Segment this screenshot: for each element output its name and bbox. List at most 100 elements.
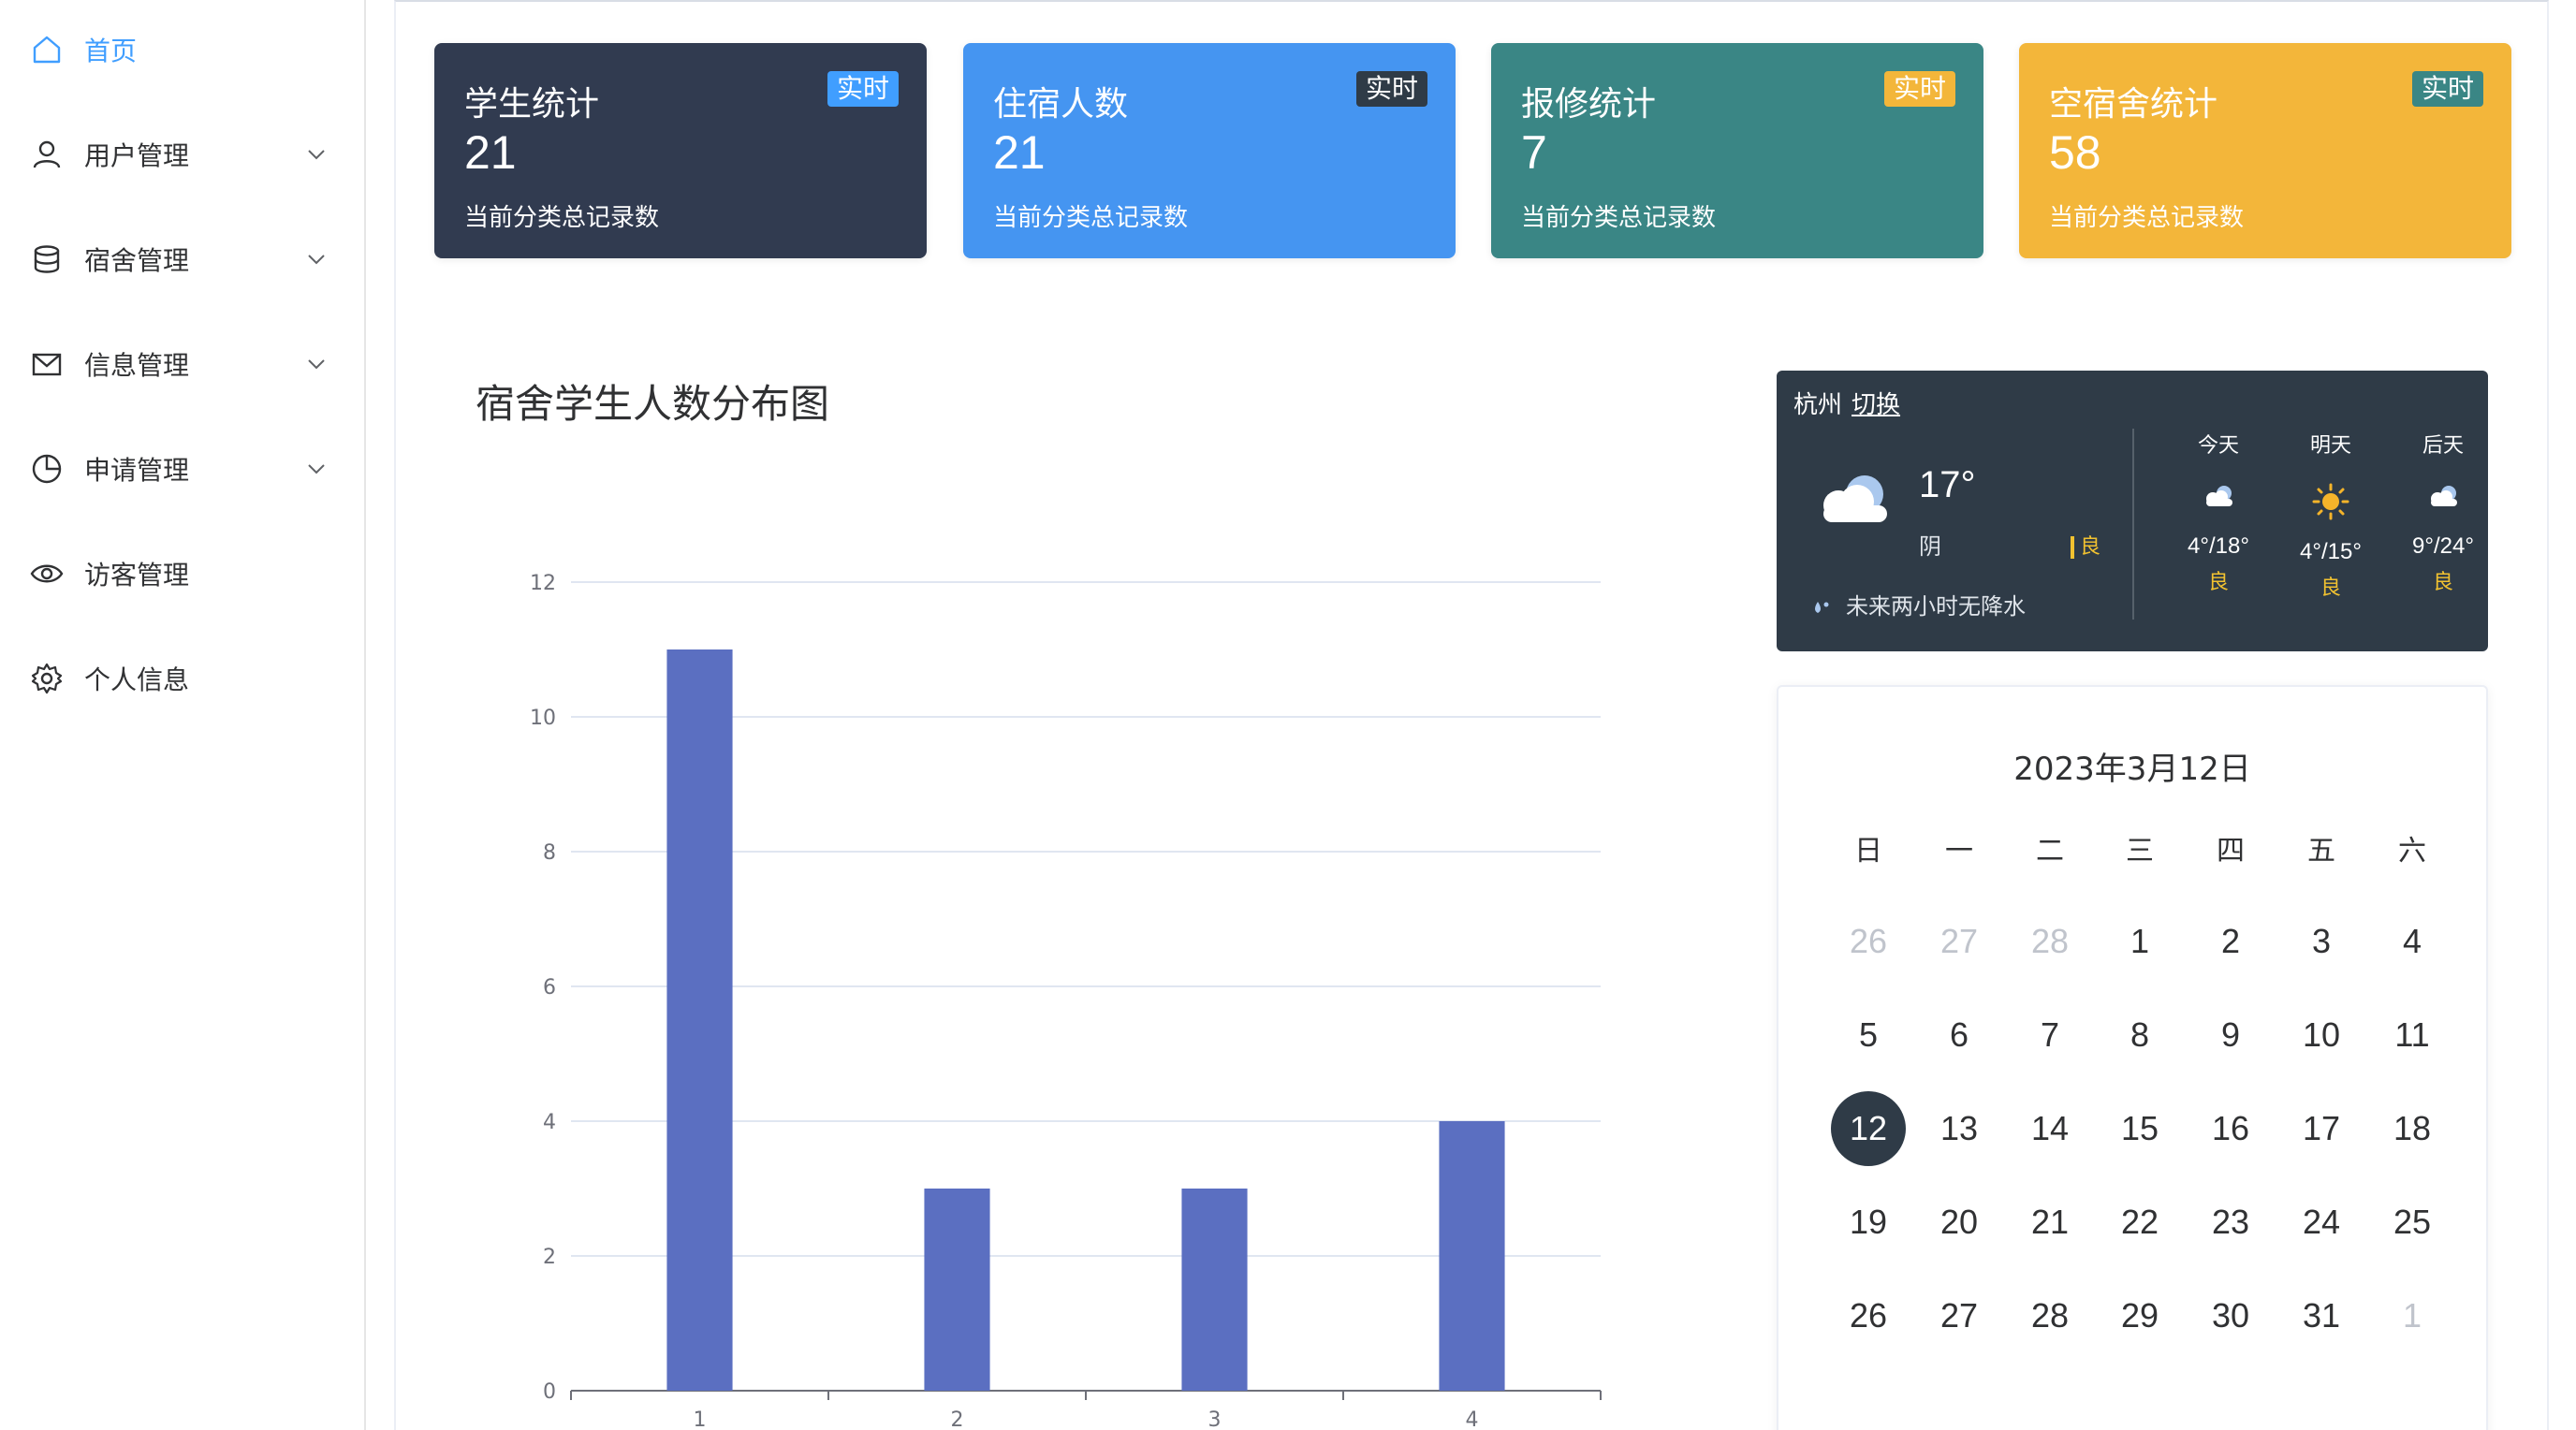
bar-chart: 0246810121 2 3 4 (530, 572, 1602, 1430)
weekday-header: 三 (2126, 835, 2154, 868)
realtime-badge: 实时 (2411, 71, 2483, 107)
calendar-day[interactable]: 27 (1922, 904, 1997, 979)
stat-card-repairs[interactable]: 报修统计 7 当前分类总记录数 实时 (1491, 43, 1983, 258)
sidebar-item-application-management[interactable]: 申请管理 (0, 422, 364, 516)
sidebar-item-label: 申请管理 (84, 455, 190, 486)
stat-card-students[interactable]: 学生统计 21 当前分类总记录数 实时 (434, 43, 927, 258)
forecast-day-after: 后天 9°/24° 良 (2392, 429, 2495, 595)
stat-value: 21 (464, 126, 517, 179)
stat-card-residents[interactable]: 住宿人数 21 当前分类总记录数 实时 (963, 43, 1456, 258)
home-icon (33, 36, 61, 64)
calendar-day[interactable]: 5 (1831, 998, 1906, 1072)
x-tick-label: 3 (1208, 1408, 1222, 1430)
switch-city-link[interactable]: 切换 (1852, 391, 1900, 419)
chart-title: 宿舍学生人数分布图 (476, 381, 830, 427)
forecast-aqi: 良 (2320, 576, 2341, 600)
calendar-day[interactable]: 8 (2102, 998, 2177, 1072)
forecast-day: 后天 (2422, 434, 2464, 458)
calendar-day[interactable]: 24 (2284, 1185, 2359, 1260)
calendar-day[interactable]: 1 (2102, 904, 2177, 979)
calendar-day[interactable]: 18 (2375, 1091, 2450, 1166)
weekday-header: 五 (2307, 835, 2335, 868)
air-quality: 良 (2071, 530, 2100, 560)
calendar-day[interactable]: 29 (2102, 1278, 2177, 1353)
city-name: 杭州 (1793, 391, 1843, 419)
sidebar-item-label: 宿舍管理 (84, 245, 190, 276)
stat-title: 空宿舍统计 (2049, 85, 2218, 124)
x-tick-label: 1 (694, 1408, 707, 1430)
y-tick-label: 4 (543, 1111, 556, 1134)
calendar-day[interactable]: 22 (2102, 1185, 2177, 1260)
chevron-down-icon (308, 359, 325, 370)
y-tick-label: 8 (543, 841, 556, 865)
forecast-day: 今天 (2197, 434, 2239, 458)
calendar-day[interactable]: 28 (2012, 1278, 2087, 1353)
calendar-day[interactable]: 28 (2012, 904, 2087, 979)
x-tick-label: 4 (1466, 1408, 1479, 1430)
calendar-day[interactable]: 30 (2193, 1278, 2268, 1353)
weekday-header: 六 (2398, 835, 2426, 868)
bar (1439, 1121, 1505, 1391)
weekday-header: 二 (2036, 835, 2064, 868)
calendar: 2023年3月12日 日一二三四五六 26 27 28 1 2 3 4 5 6 7 8 9 10 11 12 1… (1777, 685, 2488, 1430)
sidebar-item-visitor-management[interactable]: 访客管理 (0, 527, 364, 620)
chevron-down-icon (308, 150, 325, 160)
cloud-icon (2431, 486, 2457, 506)
calendar-day[interactable]: 31 (2284, 1278, 2359, 1353)
calendar-day[interactable]: 27 (1922, 1278, 1997, 1353)
calendar-day[interactable]: 16 (2193, 1091, 2268, 1166)
calendar-day[interactable]: 4 (2375, 904, 2450, 979)
calendar-day-selected[interactable]: 12 (1831, 1091, 1906, 1166)
calendar-day[interactable]: 13 (1922, 1091, 1997, 1166)
calendar-day[interactable]: 15 (2102, 1091, 2177, 1166)
calendar-day[interactable]: 17 (2284, 1091, 2359, 1166)
weather-widget: 杭州 切换 17° 阴 良 未来两小时无降水 今天 4°/18° 良 明天 4°/… (1777, 371, 2488, 651)
calendar-day[interactable]: 19 (1831, 1185, 1906, 1260)
y-tick-label: 2 (543, 1246, 556, 1269)
weather-location: 杭州 切换 (1793, 386, 1900, 420)
sidebar-item-home[interactable]: 首页 (0, 3, 364, 96)
sun-icon (2312, 483, 2349, 520)
sidebar-item-dorm-management[interactable]: 宿舍管理 (0, 212, 364, 306)
forecast-day: 明天 (2309, 434, 2351, 458)
forecast-range: 4°/15° (2300, 539, 2362, 564)
sidebar-item-user-management[interactable]: 用户管理 (0, 108, 364, 201)
calendar-day[interactable]: 1 (2375, 1278, 2450, 1353)
calendar-day[interactable]: 9 (2193, 998, 2268, 1072)
forecast-today: 今天 4°/18° 良 (2167, 429, 2270, 595)
calendar-day[interactable]: 3 (2284, 904, 2359, 979)
sidebar: 首页 用户管理 宿舍管理 信息管理 申请管理 访客管理 个人信息 (0, 0, 366, 1430)
user-icon (33, 140, 61, 168)
sidebar-item-info-management[interactable]: 信息管理 (0, 317, 364, 411)
calendar-day[interactable]: 10 (2284, 998, 2359, 1072)
calendar-day[interactable]: 2 (2193, 904, 2268, 979)
stat-value: 21 (993, 126, 1046, 179)
page-edge (2549, 0, 2576, 1430)
sidebar-item-label: 首页 (84, 36, 138, 66)
calendar-day[interactable]: 26 (1831, 1278, 1906, 1353)
realtime-badge: 实时 (1883, 71, 1955, 107)
calendar-day[interactable]: 25 (2375, 1185, 2450, 1260)
calendar-day[interactable]: 26 (1831, 904, 1906, 979)
forecast-range: 9°/24° (2412, 533, 2474, 559)
calendar-day[interactable]: 7 (2012, 998, 2087, 1072)
sidebar-item-label: 用户管理 (84, 140, 190, 171)
calendar-day[interactable]: 6 (1922, 998, 1997, 1072)
calendar-day[interactable]: 20 (1922, 1185, 1997, 1260)
calendar-title: 2023年3月12日 (2013, 751, 2251, 788)
sidebar-item-personal-info[interactable]: 个人信息 (0, 632, 364, 725)
realtime-badge: 实时 (827, 71, 899, 107)
stat-subtitle: 当前分类总记录数 (993, 204, 1189, 232)
stat-value: 58 (2049, 126, 2101, 179)
air-quality-label: 良 (2080, 535, 2101, 559)
forecast-aqi: 良 (2207, 571, 2229, 594)
calendar-day[interactable]: 11 (2375, 998, 2450, 1072)
calendar-day[interactable]: 23 (2193, 1185, 2268, 1260)
calendar-day[interactable]: 21 (2012, 1185, 2087, 1260)
calendar-day[interactable]: 14 (2012, 1091, 2087, 1166)
stat-subtitle: 当前分类总记录数 (2049, 204, 2245, 232)
forecast-aqi: 良 (2432, 571, 2453, 594)
stat-subtitle: 当前分类总记录数 (464, 204, 660, 232)
x-tick-label: 2 (951, 1408, 964, 1430)
stat-card-empty-dorms[interactable]: 空宿舍统计 58 当前分类总记录数 实时 (2019, 43, 2511, 258)
